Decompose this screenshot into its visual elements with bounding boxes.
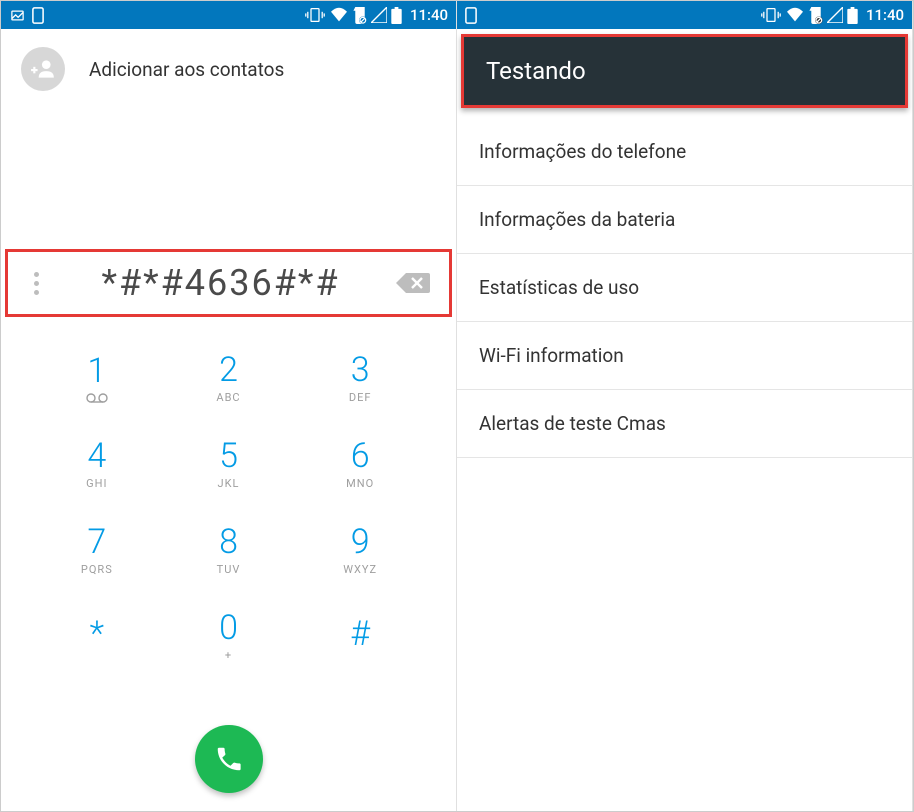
battery-icon bbox=[391, 7, 402, 24]
menu-item-usage-stats[interactable]: Estatísticas de uso bbox=[457, 254, 912, 322]
key-hash[interactable]: # bbox=[294, 593, 426, 679]
device-icon bbox=[32, 7, 44, 24]
dialer-screen: 11:40 Adicionar aos contatos *#*#4636#*#… bbox=[1, 1, 457, 811]
menu-item-phone-info[interactable]: Informações do telefone bbox=[457, 118, 912, 186]
status-right-icons: 11:40 bbox=[761, 6, 904, 24]
status-right-icons: 11:40 bbox=[305, 6, 448, 24]
voicemail-icon bbox=[86, 393, 108, 403]
key-2[interactable]: 2ABC bbox=[163, 335, 295, 421]
key-8[interactable]: 8TUV bbox=[163, 507, 295, 593]
key-star[interactable]: * bbox=[31, 593, 163, 679]
status-left-icons bbox=[9, 7, 44, 24]
dialed-number-bar: *#*#4636#*# bbox=[5, 249, 452, 317]
battery-icon bbox=[847, 7, 858, 24]
call-button-container bbox=[1, 725, 456, 793]
dialed-number: *#*#4636#*# bbox=[48, 262, 393, 304]
testing-screen: 11:40 Testando Informações do telefone I… bbox=[457, 1, 913, 811]
sim-blocked-icon bbox=[809, 7, 823, 24]
status-clock: 11:40 bbox=[410, 6, 448, 24]
add-to-contacts-label: Adicionar aos contatos bbox=[89, 58, 284, 81]
status-bar: 11:40 bbox=[1, 1, 456, 29]
sim-blocked-icon bbox=[353, 7, 367, 24]
wifi-icon bbox=[785, 7, 805, 23]
key-6[interactable]: 6MNO bbox=[294, 421, 426, 507]
add-contact-icon bbox=[21, 47, 65, 91]
status-clock: 11:40 bbox=[866, 6, 904, 24]
key-3[interactable]: 3DEF bbox=[294, 335, 426, 421]
dialpad: 1 2ABC 3DEF 4GHI 5JKL 6MNO 7PQRS 8TUV 9W… bbox=[1, 335, 456, 679]
key-5[interactable]: 5JKL bbox=[163, 421, 295, 507]
phone-icon bbox=[214, 744, 244, 774]
testing-menu-list: Informações do telefone Informações da b… bbox=[457, 108, 912, 458]
menu-item-battery-info[interactable]: Informações da bateria bbox=[457, 186, 912, 254]
add-to-contacts-row[interactable]: Adicionar aos contatos bbox=[1, 29, 456, 109]
status-left-icons bbox=[465, 7, 477, 24]
wifi-icon bbox=[329, 7, 349, 23]
testing-title: Testando bbox=[486, 57, 586, 85]
key-9[interactable]: 9WXYZ bbox=[294, 507, 426, 593]
key-7[interactable]: 7PQRS bbox=[31, 507, 163, 593]
signal-empty-icon bbox=[371, 7, 387, 23]
device-icon bbox=[465, 7, 477, 24]
key-4[interactable]: 4GHI bbox=[31, 421, 163, 507]
call-button[interactable] bbox=[195, 725, 263, 793]
testing-title-bar: Testando bbox=[461, 34, 908, 108]
key-1[interactable]: 1 bbox=[31, 335, 163, 421]
dialer-menu-button[interactable] bbox=[24, 266, 48, 301]
status-bar: 11:40 bbox=[457, 1, 912, 29]
menu-item-wifi-info[interactable]: Wi-Fi information bbox=[457, 322, 912, 390]
vibrate-icon bbox=[305, 7, 325, 23]
signal-empty-icon bbox=[827, 7, 843, 23]
image-icon bbox=[9, 8, 26, 23]
dialer-spacer bbox=[1, 109, 456, 249]
key-0[interactable]: 0+ bbox=[163, 593, 295, 679]
backspace-button[interactable] bbox=[393, 271, 433, 295]
vibrate-icon bbox=[761, 7, 781, 23]
menu-item-cmas-alerts[interactable]: Alertas de teste Cmas bbox=[457, 390, 912, 458]
